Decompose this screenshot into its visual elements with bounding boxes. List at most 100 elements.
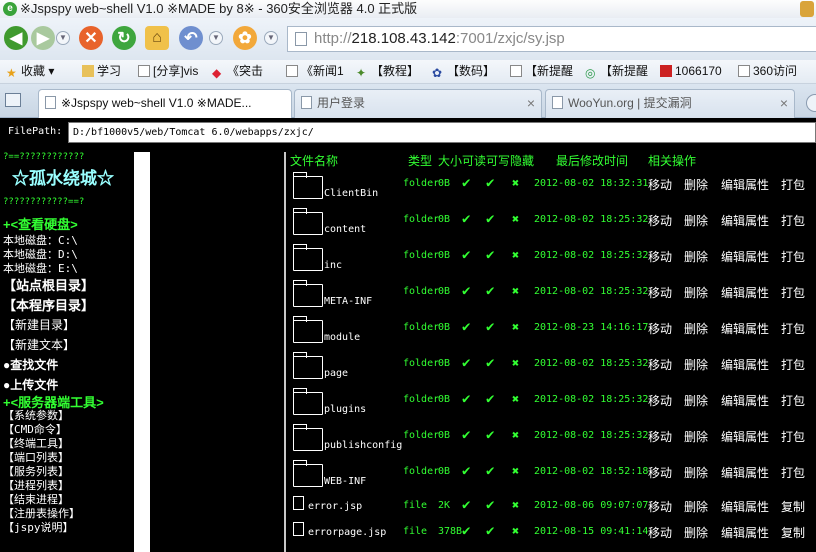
pack-or-copy-link[interactable]: 打包 [781, 212, 805, 229]
disk-e-link[interactable]: 本地磁盘：E:\ [3, 260, 78, 276]
table-row[interactable]: errorpage.jsp file 378B ✔ ✔ ✖ 2012-08-15 09:41… [286, 522, 816, 552]
delete-link[interactable]: 删除 [684, 524, 708, 541]
delete-link[interactable]: 删除 [684, 176, 708, 193]
pack-or-copy-link[interactable]: 打包 [781, 320, 805, 337]
file-name-link[interactable]: content [324, 224, 366, 235]
move-link[interactable]: 移动 [648, 498, 672, 515]
delete-link[interactable]: 删除 [684, 428, 708, 445]
new-dir-link[interactable]: 【新建目录】 [3, 316, 75, 333]
file-name-link[interactable]: META-INF [324, 296, 372, 307]
address-bar[interactable]: http://218.108.43.142:7001/zxjc/sy.jsp [287, 26, 816, 52]
program-dir-link[interactable]: 【本程序目录】 [3, 295, 94, 314]
edit-attributes-link[interactable]: 编辑属性 [721, 498, 769, 515]
bookmark-digital[interactable]: ✿ 【数码】 [432, 60, 495, 82]
pack-or-copy-link[interactable]: 复制 [781, 524, 805, 541]
edit-attributes-link[interactable]: 编辑属性 [721, 212, 769, 229]
delete-link[interactable]: 删除 [684, 498, 708, 515]
move-link[interactable]: 移动 [648, 248, 672, 265]
back-icon[interactable]: ◀ [4, 26, 28, 50]
folder-icon[interactable] [293, 388, 323, 415]
table-row[interactable]: plugins folder 0B ✔ ✔ ✖ 2012-08-02 18:25:32 移动删… [286, 388, 816, 426]
folder-icon[interactable] [293, 352, 323, 379]
file-name-link[interactable]: page [324, 368, 348, 379]
filepath-input[interactable]: D:/bf1000v5/web/Tomcat 6.0/webapps/zxjc/ [68, 122, 816, 143]
table-row[interactable]: module folder 0B ✔ ✔ ✖ 2012-08-23 14:16:17 移动 删除… [286, 316, 816, 354]
folder-icon[interactable] [293, 424, 323, 451]
pack-or-copy-link[interactable]: 打包 [781, 392, 805, 409]
move-link[interactable]: 移动 [648, 320, 672, 337]
delete-link[interactable]: 删除 [684, 392, 708, 409]
move-link[interactable]: 移动 [648, 428, 672, 445]
file-icon[interactable] [293, 522, 304, 536]
delete-link[interactable]: 删除 [684, 248, 708, 265]
edit-attributes-link[interactable]: 编辑属性 [721, 524, 769, 541]
pack-or-copy-link[interactable]: 打包 [781, 284, 805, 301]
site-root-link[interactable]: 【站点根目录】 [3, 275, 94, 294]
undo-dropdown-icon[interactable]: ▼ [209, 31, 223, 45]
move-link[interactable]: 移动 [648, 524, 672, 541]
bookmark-reminder[interactable]: 【新提醒 [510, 60, 573, 82]
tab-wooyun[interactable]: WooYun.org | 提交漏洞 × [545, 89, 795, 118]
folder-icon[interactable] [293, 316, 323, 343]
file-icon[interactable] [293, 496, 304, 510]
delete-link[interactable]: 删除 [684, 212, 708, 229]
pack-or-copy-link[interactable]: 复制 [781, 498, 805, 515]
new-file-link[interactable]: 【新建文本】 [3, 336, 75, 353]
upload-file-link[interactable]: ●上传文件 [3, 376, 58, 393]
extension-dropdown-icon[interactable]: ▼ [264, 31, 278, 45]
pack-or-copy-link[interactable]: 打包 [781, 176, 805, 193]
file-name-link[interactable]: inc [324, 260, 342, 271]
edit-attributes-link[interactable]: 编辑属性 [721, 356, 769, 373]
edit-attributes-link[interactable]: 编辑属性 [721, 320, 769, 337]
edit-attributes-link[interactable]: 编辑属性 [721, 284, 769, 301]
delete-link[interactable]: 删除 [684, 464, 708, 481]
table-row[interactable]: META-INF folder 0B ✔ ✔ ✖ 2012-08-02 18:25:32 移动… [286, 280, 816, 318]
close-icon[interactable]: × [527, 90, 535, 116]
bookmark-news[interactable]: 《新闻1 [286, 60, 344, 82]
bookmark-share[interactable]: [分享]vis [138, 60, 198, 82]
edit-attributes-link[interactable]: 编辑属性 [721, 464, 769, 481]
delete-link[interactable]: 删除 [684, 284, 708, 301]
table-row[interactable]: WEB-INF folder 0B ✔ ✔ ✖ 2012-08-02 18:52:18 移动删… [286, 460, 816, 498]
move-link[interactable]: 移动 [648, 176, 672, 193]
file-name-link[interactable]: errorpage.jsp [308, 527, 386, 538]
bookmark-favorites[interactable]: ★ 收藏 ▾ [6, 60, 54, 82]
file-name-link[interactable]: module [324, 332, 360, 343]
move-link[interactable]: 移动 [648, 284, 672, 301]
folder-icon[interactable] [293, 460, 323, 487]
edit-attributes-link[interactable]: 编辑属性 [721, 428, 769, 445]
pack-or-copy-link[interactable]: 打包 [781, 356, 805, 373]
close-icon[interactable]: × [780, 90, 788, 116]
edit-attributes-link[interactable]: 编辑属性 [721, 176, 769, 193]
table-row[interactable]: ClientBin folder 0B ✔ ✔ ✖ 2012-08-02 18:32:31 移… [286, 172, 816, 210]
folder-icon[interactable] [293, 244, 323, 271]
pack-or-copy-link[interactable]: 打包 [781, 464, 805, 481]
folder-icon[interactable] [293, 208, 323, 235]
find-file-link[interactable]: ●查找文件 [3, 356, 58, 373]
forward-icon[interactable]: ▶ [31, 26, 55, 50]
file-name-link[interactable]: plugins [324, 404, 366, 415]
bookmark-tutorial[interactable]: ✦ 【教程】 [356, 60, 419, 82]
bookmark-360[interactable]: 360访问 [738, 60, 797, 82]
edit-attributes-link[interactable]: 编辑属性 [721, 392, 769, 409]
pack-or-copy-link[interactable]: 打包 [781, 248, 805, 265]
file-name-link[interactable]: WEB-INF [324, 476, 366, 487]
move-link[interactable]: 移动 [648, 356, 672, 373]
new-tab-icon[interactable] [806, 94, 816, 112]
tool-help[interactable]: 【jspy说明】 [3, 519, 74, 535]
delete-link[interactable]: 删除 [684, 320, 708, 337]
file-name-link[interactable]: error.jsp [308, 501, 362, 512]
table-row[interactable]: inc folder 0B ✔ ✔ ✖ 2012-08-02 18:25:32 移动 删除 编辑属… [286, 244, 816, 282]
bookmark-1066170[interactable]: 1066170 [660, 60, 722, 82]
edit-attributes-link[interactable]: 编辑属性 [721, 248, 769, 265]
move-link[interactable]: 移动 [648, 392, 672, 409]
pack-or-copy-link[interactable]: 打包 [781, 428, 805, 445]
bookmark-tuji[interactable]: ◆ 《突击 [212, 60, 263, 82]
tab-jspspy[interactable]: ※Jspspy web~shell V1.0 ※MADE... [38, 89, 292, 119]
user-icon[interactable] [800, 1, 814, 17]
tab-user-login[interactable]: 用户登录 × [294, 89, 542, 118]
file-name-link[interactable]: publishconfig [324, 440, 402, 451]
move-link[interactable]: 移动 [648, 212, 672, 229]
delete-link[interactable]: 删除 [684, 356, 708, 373]
bookmark-reminder-2[interactable]: ◎ 【新提醒 [585, 60, 648, 82]
